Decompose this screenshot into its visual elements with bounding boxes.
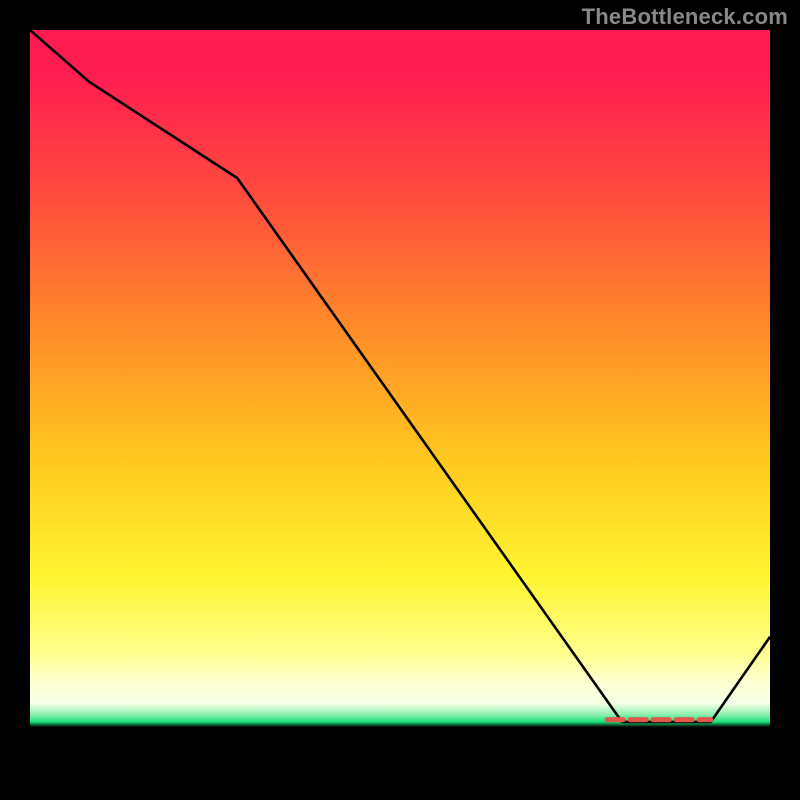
- chart-svg: [30, 30, 770, 770]
- plot-area: [30, 30, 770, 770]
- chart-frame: TheBottleneck.com: [0, 0, 800, 800]
- curve-line: [30, 30, 770, 722]
- watermark-text: TheBottleneck.com: [582, 4, 788, 30]
